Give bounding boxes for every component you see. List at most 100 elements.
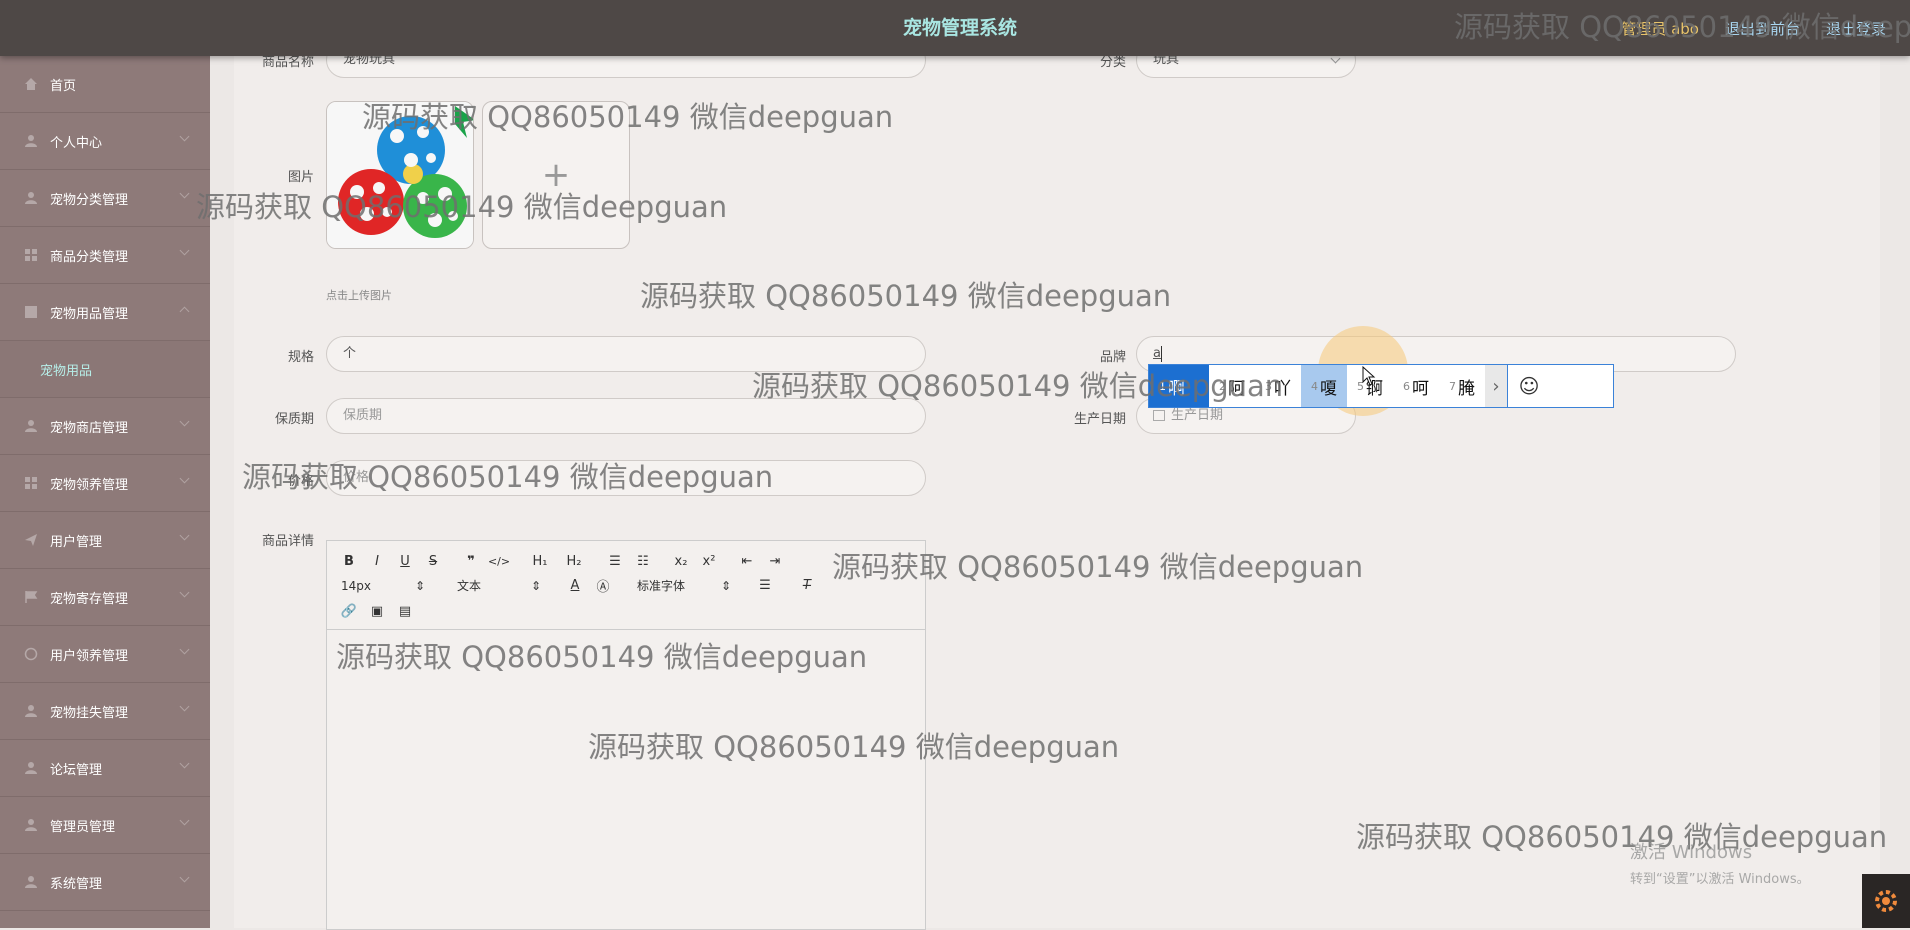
text-style-value: 文本	[457, 579, 482, 593]
sidebar-item-system[interactable]: 系统管理	[0, 854, 210, 911]
strikethrough-icon[interactable]: S	[425, 553, 441, 569]
editor-content-area[interactable]	[327, 629, 925, 929]
spec-input[interactable]: 个	[326, 336, 926, 372]
ime-candidate[interactable]: 2阿	[1209, 365, 1255, 407]
top-bar: 宠物管理系统 管理员 abo 退出到前台 退出登录	[0, 0, 1910, 56]
calendar-icon	[1153, 410, 1165, 421]
emoji-icon[interactable]: ☺	[1507, 365, 1550, 407]
back-to-frontend-link[interactable]: 退出到前台	[1725, 18, 1800, 39]
sidebar-item-pet-category[interactable]: 宠物分类管理	[0, 170, 210, 227]
chevron-down-icon	[179, 473, 190, 484]
price-label: 价格	[287, 474, 314, 489]
send-icon	[24, 533, 38, 547]
settings-widget[interactable]	[1862, 874, 1910, 928]
blockquote-icon[interactable]: ❞	[463, 553, 479, 569]
price-input[interactable]: 价格	[326, 460, 926, 496]
indent-increase-icon[interactable]: ⇥	[767, 553, 783, 569]
ime-candidate[interactable]: 4嗄	[1301, 365, 1347, 407]
sidebar-item-label: 宠物用品管理	[50, 306, 129, 322]
logout-link[interactable]: 退出登录	[1826, 18, 1886, 39]
grid-icon	[24, 305, 38, 319]
font-size-select[interactable]: 14px ⇕	[341, 579, 425, 593]
shelf-life-input[interactable]: 保质期	[326, 398, 926, 434]
activation-subtitle: 转到“设置”以激活 Windows。	[1630, 872, 1810, 887]
sidebar-item-pet-lost[interactable]: 宠物挂失管理	[0, 683, 210, 740]
sidebar-item-forum[interactable]: 论坛管理	[0, 740, 210, 797]
sidebar-item-label: 论坛管理	[50, 762, 103, 778]
shelf-life-label: 保质期	[274, 412, 314, 427]
underline-icon[interactable]: U	[397, 553, 413, 569]
sidebar-item-home[interactable]: 首页	[0, 56, 210, 113]
ime-candidate[interactable]: 1啊	[1149, 365, 1209, 407]
sidebar-item-goods-category[interactable]: 商品分类管理	[0, 227, 210, 284]
chevron-up-icon	[179, 306, 190, 317]
header-2-icon[interactable]: H₂	[563, 553, 585, 569]
sidebar-item-label: 个人中心	[50, 135, 103, 151]
chevron-down-icon	[179, 815, 190, 826]
sidebar-item-label: 商品分类管理	[50, 249, 129, 265]
rich-text-editor: B I U S ❞ </> H₁ H₂ ☰ ☷ x₂ x² ⇤ ⇥ 14px ⇕ …	[326, 540, 926, 930]
chevron-down-icon	[179, 245, 190, 256]
link-icon[interactable]: 🔗	[341, 603, 357, 619]
sidebar-item-label: 管理员管理	[50, 819, 116, 835]
ordered-list-icon[interactable]: ☰	[607, 553, 623, 569]
background-color-icon[interactable]: Ⓐ	[595, 578, 611, 595]
image-icon[interactable]: ▣	[369, 603, 385, 619]
font-color-icon[interactable]: A	[567, 578, 583, 594]
brand-label: 品牌	[1099, 350, 1126, 365]
chevron-down-icon	[179, 188, 190, 199]
clear-format-icon[interactable]: T̶	[799, 578, 815, 594]
sidebar-item-pet-adoption[interactable]: 宠物领养管理	[0, 455, 210, 512]
sidebar-item-pet-shop[interactable]: 宠物商店管理	[0, 398, 210, 455]
header-1-icon[interactable]: H₁	[529, 553, 551, 569]
italic-icon[interactable]: I	[369, 553, 385, 569]
ime-next-page-icon[interactable]: ›	[1485, 365, 1507, 407]
sidebar-item-label: 用户领养管理	[50, 648, 129, 664]
ime-candidate[interactable]: 7腌	[1439, 365, 1485, 407]
indent-decrease-icon[interactable]: ⇤	[739, 553, 755, 569]
sidebar-item-label: 宠物寄存管理	[50, 591, 129, 607]
sidebar-item-label: 宠物领养管理	[50, 477, 129, 493]
upload-hint: 点击上传图片	[326, 289, 392, 302]
sidebar-item-label: 系统管理	[50, 876, 103, 892]
sidebar-item-pet-boarding[interactable]: 宠物寄存管理	[0, 569, 210, 626]
align-icon[interactable]: ☰	[757, 578, 773, 594]
sidebar-item-label: 宠物商店管理	[50, 420, 129, 436]
user-icon	[24, 419, 38, 433]
toolbar-row-3: 🔗 ▣ ▤	[341, 603, 413, 619]
text-caret	[1160, 345, 1162, 362]
ime-candidate[interactable]: 6呵	[1393, 365, 1439, 407]
select-arrows-icon: ⇕	[720, 578, 731, 593]
select-arrows-icon: ⇕	[414, 578, 425, 593]
image-label: 图片	[287, 170, 314, 185]
admin-label: 管理员 abo	[1621, 19, 1699, 38]
bullet-list-icon[interactable]: ☷	[635, 553, 651, 569]
sidebar-item-profile[interactable]: 个人中心	[0, 113, 210, 170]
brand-value: a	[1153, 346, 1161, 361]
sidebar-item-admins[interactable]: 管理员管理	[0, 797, 210, 854]
toolbar-row-1: B I U S ❞ </> H₁ H₂ ☰ ☷ x₂ x² ⇤ ⇥	[341, 553, 783, 569]
grid-icon	[24, 476, 38, 490]
upload-button[interactable]: +	[482, 101, 630, 249]
user-icon	[24, 191, 38, 205]
text-style-select[interactable]: 文本 ⇕	[457, 577, 541, 594]
sidebar-subitem-pet-supplies[interactable]: 宠物用品	[0, 341, 210, 398]
sidebar-item-pet-supplies[interactable]: 宠物用品管理	[0, 284, 210, 341]
code-block-icon[interactable]: </>	[488, 553, 510, 569]
sidebar-item-label: 首页	[50, 78, 77, 94]
sidebar-item-user-adoption[interactable]: 用户领养管理	[0, 626, 210, 683]
sidebar: 首页 个人中心 宠物分类管理 商品分类管理 宠物用品管理 宠物用品 宠物商店管理…	[0, 56, 210, 928]
chevron-down-icon	[179, 416, 190, 427]
subscript-icon[interactable]: x₂	[673, 553, 689, 569]
sidebar-item-label: 宠物分类管理	[50, 192, 129, 208]
font-family-select[interactable]: 标准字体 ⇕	[637, 577, 731, 594]
bold-icon[interactable]: B	[341, 553, 357, 569]
pet-toy-balls-image	[327, 102, 473, 248]
superscript-icon[interactable]: x²	[701, 553, 717, 569]
header-actions: 管理员 abo 退出到前台 退出登录	[1621, 0, 1886, 56]
sidebar-item-users[interactable]: 用户管理	[0, 512, 210, 569]
uploaded-image[interactable]	[326, 101, 474, 249]
chevron-down-icon	[179, 701, 190, 712]
video-icon[interactable]: ▤	[397, 603, 413, 619]
ime-candidate[interactable]: 3吖	[1255, 365, 1301, 407]
